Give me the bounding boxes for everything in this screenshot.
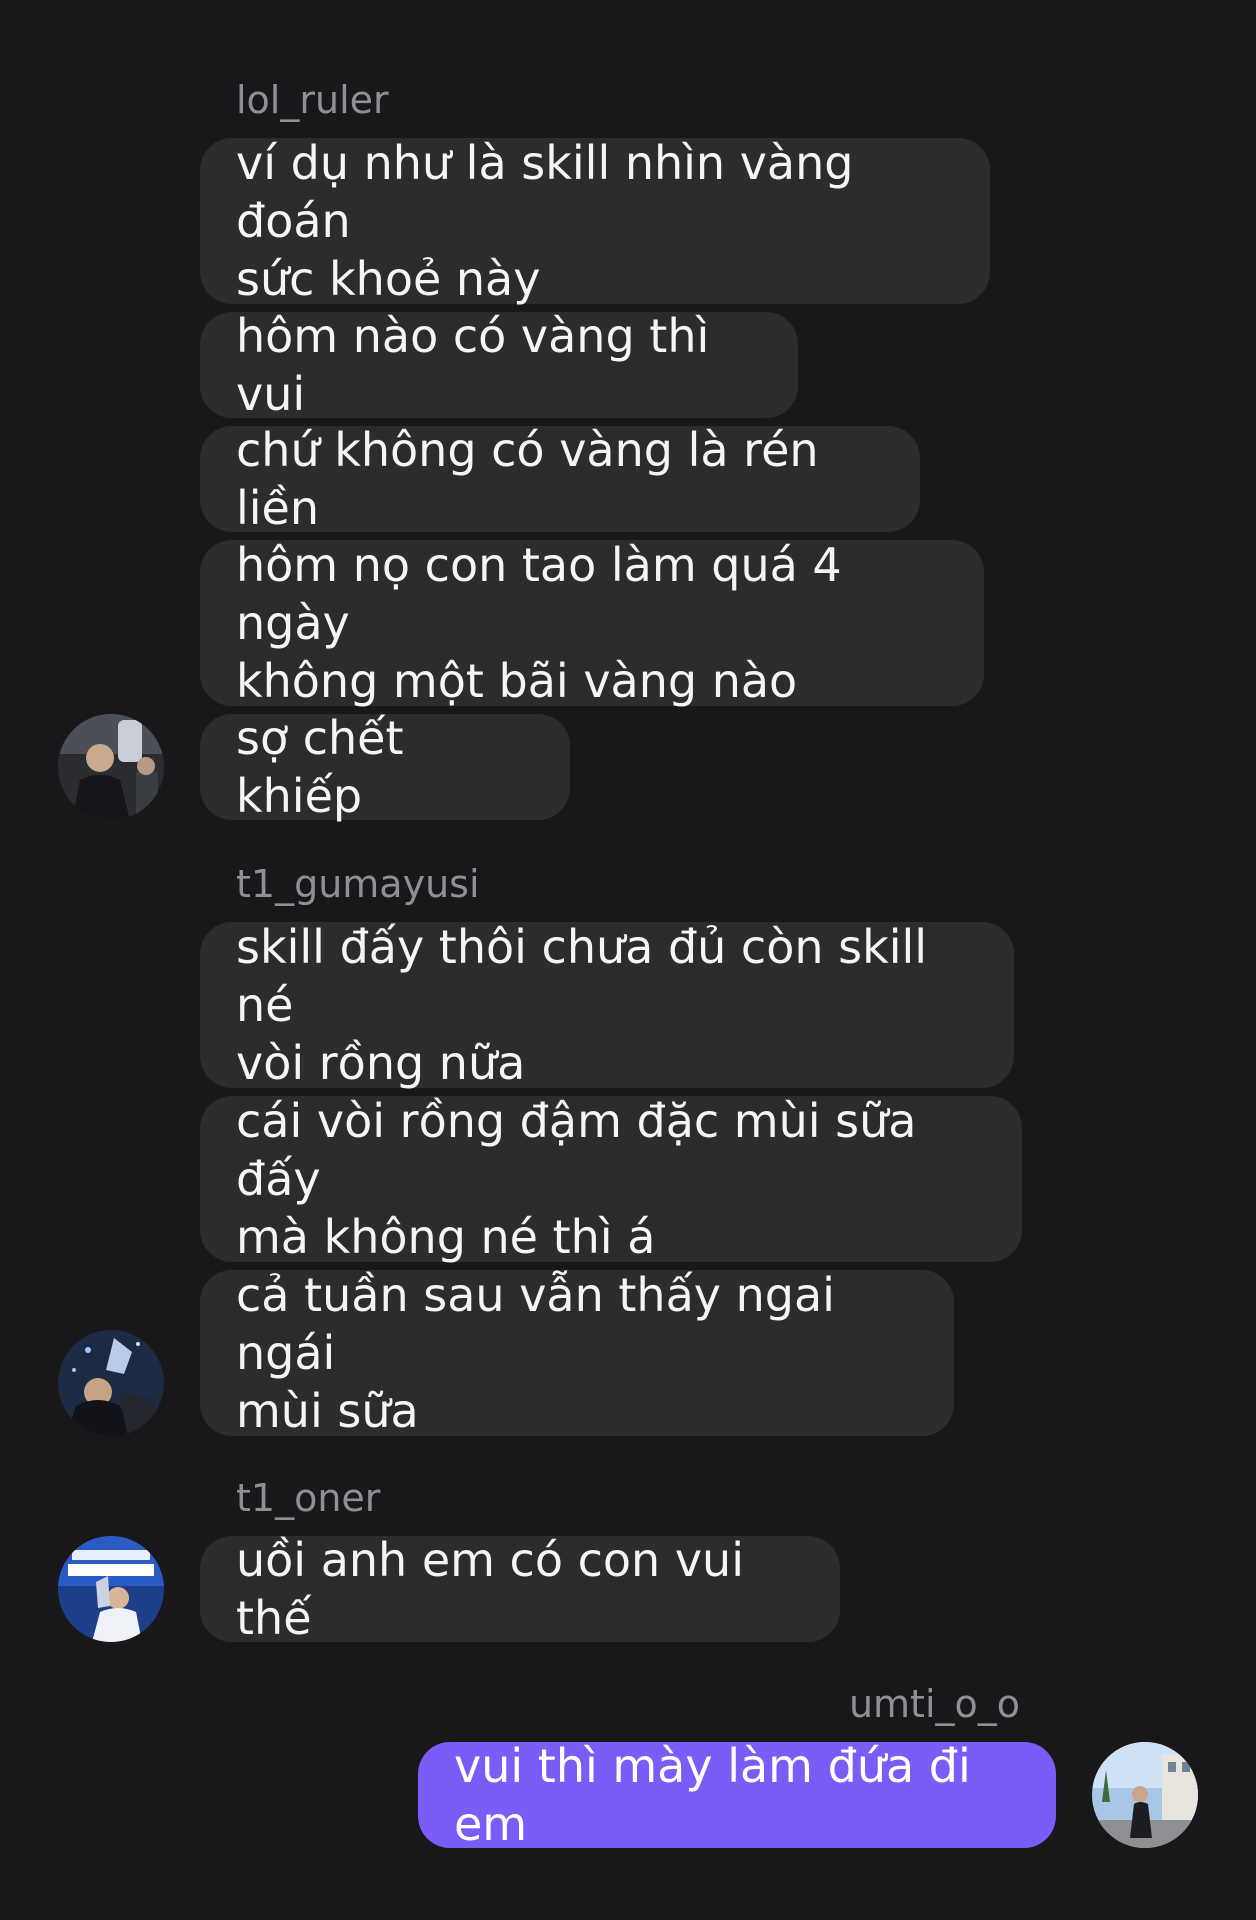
sender-name[interactable]: lol_ruler (236, 78, 389, 122)
user-avatar-icon[interactable] (1092, 1742, 1198, 1848)
message-bubble[interactable]: hôm nọ con tao làm quá 4 ngày không một … (200, 538, 984, 708)
sender-name[interactable]: t1_oner (236, 1476, 380, 1520)
sender-name[interactable]: t1_gumayusi (236, 862, 480, 906)
message-text: sợ chết khiếp (236, 711, 404, 823)
message-bubble[interactable]: skill đấy thôi chưa đủ còn skill né vòi … (200, 920, 1014, 1090)
message-text: hôm nào có vàng thì vui (236, 309, 710, 421)
message-text: ví dụ như là skill nhìn vàng đoán sức kh… (236, 136, 854, 306)
message-bubble[interactable]: chứ không có vàng là rén liền (200, 423, 920, 535)
sender-name[interactable]: umti_o_o (849, 1682, 1020, 1726)
message-bubble[interactable]: ví dụ như là skill nhìn vàng đoán sức kh… (200, 136, 990, 306)
user-avatar-icon[interactable] (58, 714, 164, 820)
user-avatar-icon[interactable] (58, 1536, 164, 1642)
message-bubble[interactable]: hôm nào có vàng thì vui (200, 309, 798, 421)
message-text: skill đấy thôi chưa đủ còn skill né vòi … (236, 920, 928, 1090)
message-bubble[interactable]: uồi anh em có con vui thế (200, 1533, 840, 1645)
message-text: cả tuần sau vẫn thấy ngai ngái mùi sữa (236, 1268, 835, 1438)
message-bubble[interactable]: vui thì mày làm đứa đi em (418, 1739, 1056, 1851)
message-bubble[interactable]: sợ chết khiếp (200, 711, 570, 823)
user-avatar-icon[interactable] (58, 1330, 164, 1436)
message-text: uồi anh em có con vui thế (236, 1533, 744, 1645)
message-bubble[interactable]: cả tuần sau vẫn thấy ngai ngái mùi sữa (200, 1268, 954, 1438)
message-text: cái vòi rồng đậm đặc mùi sữa đấy mà khôn… (236, 1094, 917, 1264)
message-text: chứ không có vàng là rén liền (236, 423, 819, 535)
message-text: vui thì mày làm đứa đi em (454, 1739, 971, 1851)
message-text: hôm nọ con tao làm quá 4 ngày không một … (236, 538, 842, 708)
message-bubble[interactable]: cái vòi rồng đậm đặc mùi sữa đấy mà khôn… (200, 1094, 1022, 1264)
